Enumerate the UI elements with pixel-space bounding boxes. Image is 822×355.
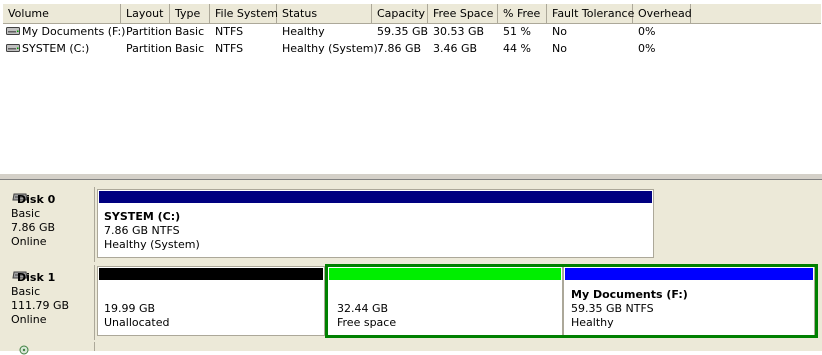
- volume-file-system: NTFS: [215, 25, 244, 38]
- column-header-layout[interactable]: Layout: [121, 4, 170, 23]
- volume-free-space: 30.53 GB: [433, 25, 485, 38]
- volume-type: Basic: [175, 25, 205, 38]
- extended-partition-selection: [325, 264, 818, 338]
- column-header-overhead[interactable]: Overhead: [633, 4, 692, 23]
- volume-fault-tolerance: No: [552, 25, 567, 38]
- column-header-free-space[interactable]: Free Space: [428, 4, 498, 23]
- disk-size: 7.86 GB: [11, 221, 56, 234]
- volume-overhead: 0%: [638, 42, 656, 55]
- volume-percent-free: 51 %: [503, 25, 531, 38]
- disk-state: Online: [11, 313, 47, 326]
- volume-percent-free: 44 %: [503, 42, 531, 55]
- column-header-capacity[interactable]: Capacity: [372, 4, 428, 23]
- disk-size: 111.79 GB: [11, 299, 70, 312]
- volume-free-space: 3.46 GB: [433, 42, 478, 55]
- disk-type: Basic: [11, 285, 41, 298]
- volume-overhead: 0%: [638, 25, 656, 38]
- cdrom-label[interactable]: [3, 342, 95, 355]
- cdrom-icon: [19, 345, 29, 355]
- partition-size: 7.86 GB NTFS: [104, 224, 180, 237]
- partition-bar-unallocated: [99, 268, 323, 280]
- volume-name: My Documents (F:): [22, 25, 126, 38]
- column-header-type[interactable]: Type: [170, 4, 210, 23]
- partition-bar-primary: [99, 191, 652, 203]
- column-header-percent-free[interactable]: % Free: [498, 4, 547, 23]
- disk-name: Disk 0: [17, 193, 56, 206]
- volume-list-header: Volume Layout Type File System Status Ca…: [3, 4, 821, 24]
- volume-file-system: NTFS: [215, 42, 244, 55]
- volume-layout: Partition: [126, 25, 172, 38]
- disk-0-label[interactable]: Disk 0 Basic 7.86 GB Online: [3, 187, 95, 262]
- disk-name: Disk 1: [17, 271, 56, 284]
- disk-type: Basic: [11, 207, 41, 220]
- column-header-status[interactable]: Status: [277, 4, 372, 23]
- volume-name: SYSTEM (C:): [22, 42, 90, 55]
- partition-status: Healthy (System): [104, 238, 200, 251]
- volume-row[interactable]: My Documents (F:) Partition Basic NTFS H…: [3, 23, 821, 40]
- volume-layout: Partition: [126, 42, 172, 55]
- disk-state: Online: [11, 235, 47, 248]
- partition-status: Unallocated: [104, 316, 170, 329]
- partition-system-c[interactable]: SYSTEM (C:) 7.86 GB NTFS Healthy (System…: [97, 189, 654, 258]
- volume-capacity: 7.86 GB: [377, 42, 422, 55]
- volume-type: Basic: [175, 42, 205, 55]
- partition-title: SYSTEM (C:): [104, 210, 181, 223]
- volume-status: Healthy (System): [282, 42, 378, 55]
- partition-size: 19.99 GB: [104, 302, 156, 315]
- volume-row[interactable]: SYSTEM (C:) Partition Basic NTFS Healthy…: [3, 40, 821, 57]
- column-header-file-system[interactable]: File System: [210, 4, 278, 23]
- disk-1-label[interactable]: Disk 1 Basic 111.79 GB Online: [3, 265, 95, 340]
- volume-status: Healthy: [282, 25, 325, 38]
- column-header-volume[interactable]: Volume: [3, 4, 121, 23]
- column-header-fault-tolerance[interactable]: Fault Tolerance: [547, 4, 634, 23]
- partition-unallocated[interactable]: 19.99 GB Unallocated: [97, 266, 325, 336]
- volume-capacity: 59.35 GB: [377, 25, 429, 38]
- pane-splitter[interactable]: [0, 173, 822, 180]
- volume-fault-tolerance: No: [552, 42, 567, 55]
